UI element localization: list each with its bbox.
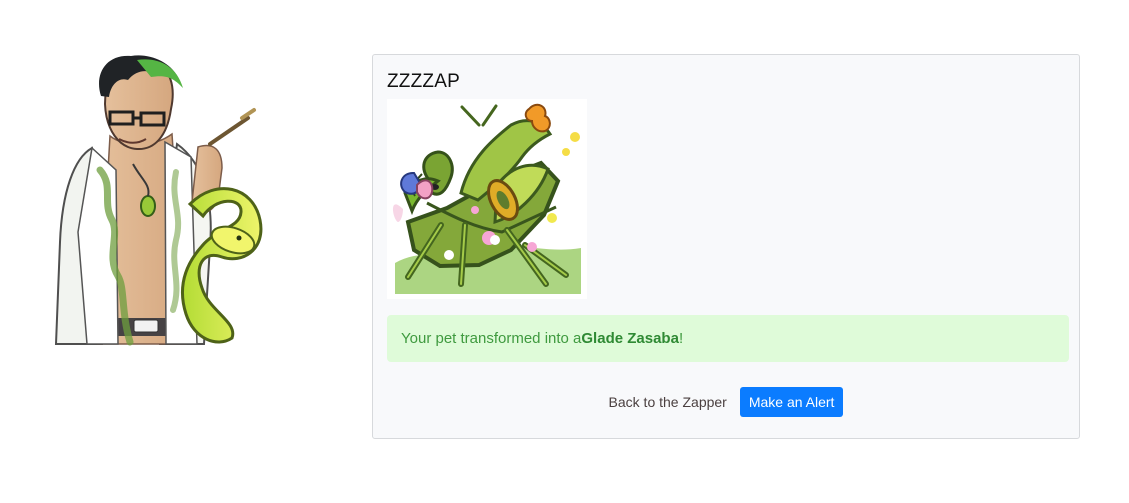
transformed-pet-name: Glade Zasaba xyxy=(581,330,679,347)
result-actions: Back to the Zapper Make an Alert xyxy=(373,387,1079,417)
scientist-portrait xyxy=(54,55,263,346)
alert-text-prefix: Your pet transformed into a xyxy=(401,330,582,347)
transformation-alert: Your pet transformed into a Glade Zasaba… xyxy=(387,315,1069,362)
page: ZZZZAP Your pet transformed into a Glade… xyxy=(0,0,1129,503)
zap-result-card: ZZZZAP Your pet transformed into a Glade… xyxy=(372,54,1080,439)
make-alert-button[interactable]: Make an Alert xyxy=(739,387,844,417)
back-to-zapper-link[interactable]: Back to the Zapper xyxy=(609,394,727,410)
card-title: ZZZZAP xyxy=(387,71,460,92)
alert-text-suffix: ! xyxy=(678,330,684,347)
glade-zasaba-pet-image xyxy=(387,99,587,299)
